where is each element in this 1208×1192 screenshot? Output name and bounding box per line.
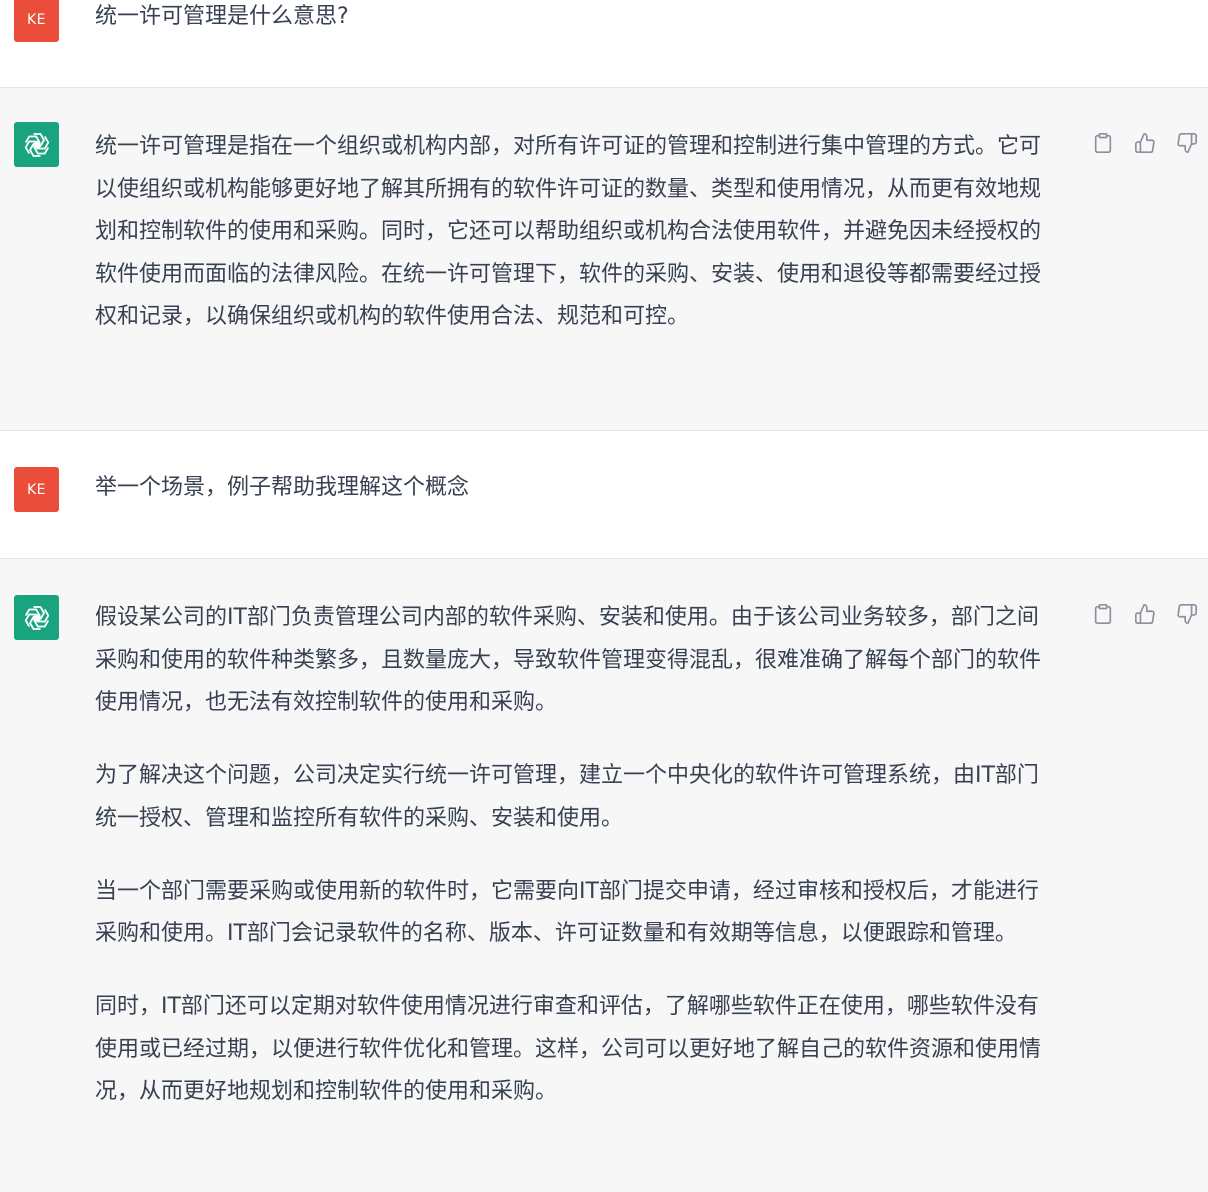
message-paragraph: 统一许可管理是什么意思? — [95, 4, 349, 29]
thumbs-down-icon — [1177, 133, 1197, 153]
assistant-message: 假设某公司的IT部门负责管理公司内部的软件采购、安装和使用。由于该公司业务较多，… — [0, 559, 1208, 1192]
like-button[interactable] — [1132, 130, 1158, 156]
message-text: 统一许可管理是什么意思? — [95, 0, 1060, 39]
message-text: 假设某公司的IT部门负责管理公司内部的软件采购、安装和使用。由于该公司业务较多，… — [95, 597, 1060, 1114]
thumbs-up-icon — [1135, 133, 1155, 153]
message-actions — [1090, 130, 1200, 156]
message-text: 举一个场景，例子帮助我理解这个概念 — [95, 467, 1060, 510]
assistant-message: 统一许可管理是指在一个组织或机构内部，对所有许可证的管理和控制进行集中管理的方式… — [0, 88, 1208, 431]
message-actions — [1090, 601, 1200, 627]
thumbs-up-icon — [1135, 604, 1155, 624]
user-avatar: KE — [14, 0, 59, 42]
message-paragraph: 统一许可管理是指在一个组织或机构内部，对所有许可证的管理和控制进行集中管理的方式… — [95, 134, 1042, 329]
like-button[interactable] — [1132, 601, 1158, 627]
dislike-button[interactable] — [1174, 130, 1200, 156]
clipboard-icon — [1094, 604, 1112, 624]
user-avatar: KE — [14, 467, 59, 512]
message-paragraph: 为了解决这个问题，公司决定实行统一许可管理，建立一个中央化的软件许可管理系统，由… — [95, 763, 1039, 831]
clipboard-icon — [1094, 133, 1112, 153]
message-paragraph: 假设某公司的IT部门负责管理公司内部的软件采购、安装和使用。由于该公司业务较多，… — [95, 605, 1042, 715]
openai-logo-icon — [14, 122, 59, 167]
copy-button[interactable] — [1090, 601, 1116, 627]
message-paragraph: 同时，IT部门还可以定期对软件使用情况进行审查和评估，了解哪些软件正在使用，哪些… — [95, 994, 1042, 1104]
chat-thread: KE 统一许可管理是什么意思? 统一许可管理是指在一个组织或机构内部，对所有许可… — [0, 0, 1208, 1192]
user-message: KE 举一个场景，例子帮助我理解这个概念 — [0, 431, 1208, 559]
message-text: 统一许可管理是指在一个组织或机构内部，对所有许可证的管理和控制进行集中管理的方式… — [95, 126, 1060, 339]
dislike-button[interactable] — [1174, 601, 1200, 627]
openai-logo-icon — [14, 595, 59, 640]
thumbs-down-icon — [1177, 604, 1197, 624]
user-message: KE 统一许可管理是什么意思? — [0, 0, 1208, 88]
message-paragraph: 当一个部门需要采购或使用新的软件时，它需要向IT部门提交申请，经过审核和授权后，… — [95, 878, 1039, 947]
copy-button[interactable] — [1090, 130, 1116, 156]
message-paragraph: 举一个场景，例子帮助我理解这个概念 — [95, 475, 470, 500]
